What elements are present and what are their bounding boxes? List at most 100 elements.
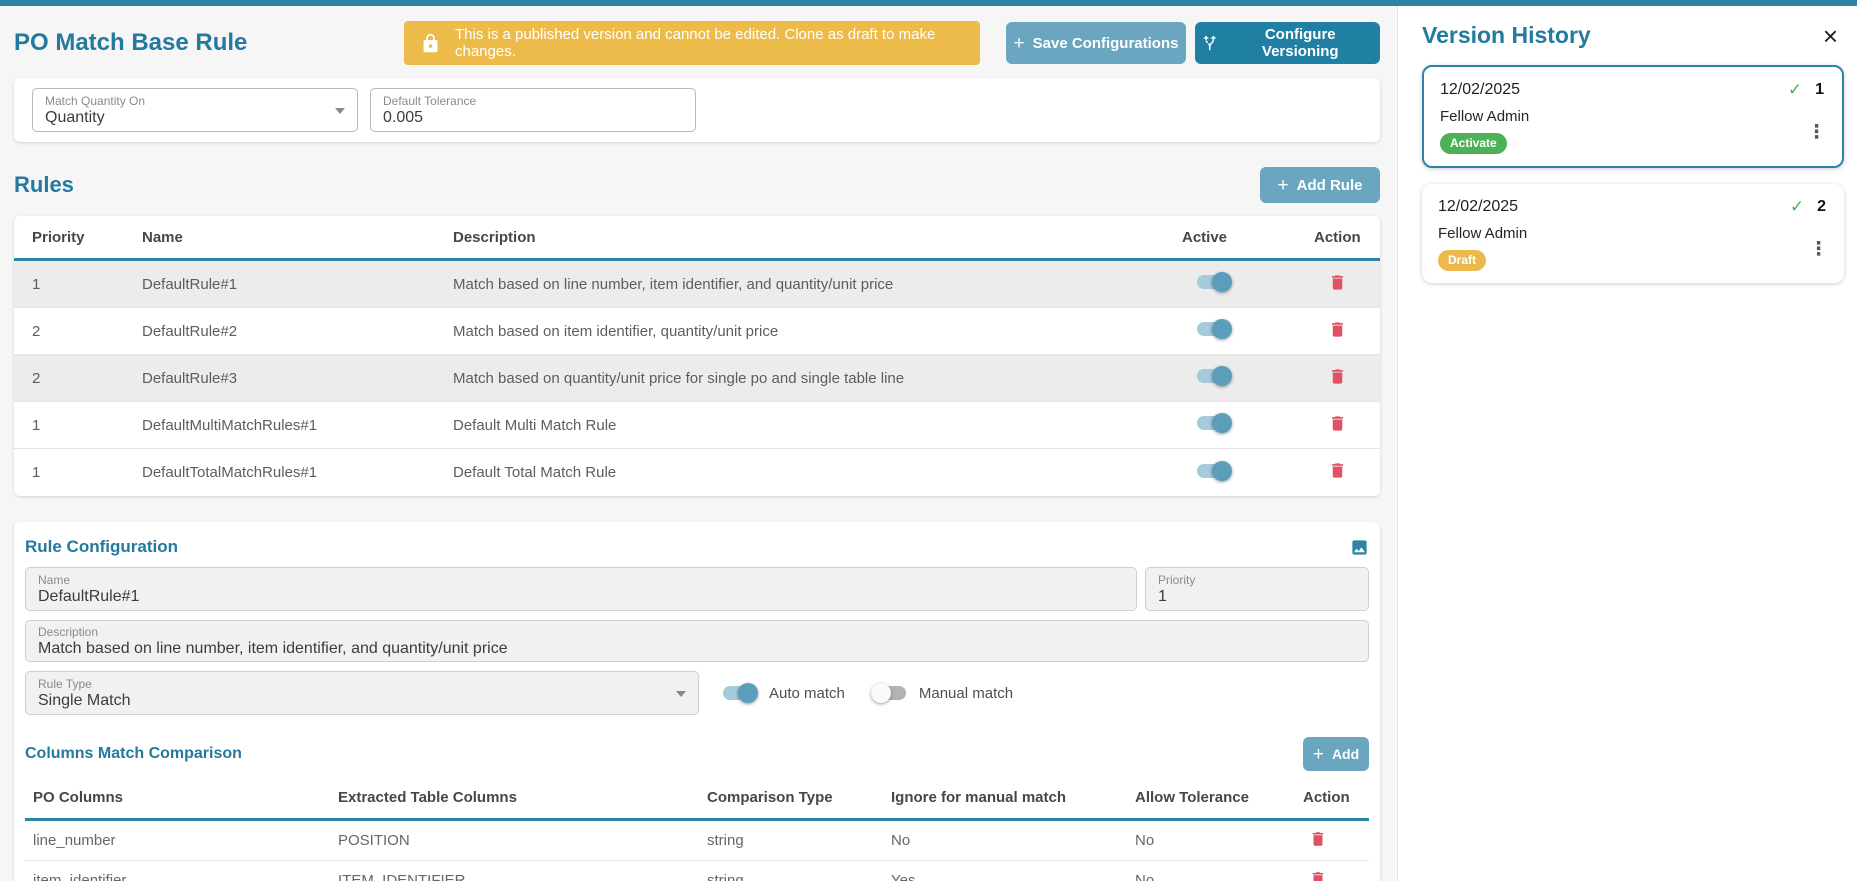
rule-active-toggle[interactable] — [1195, 461, 1232, 481]
rule-name-value: DefaultRule#1 — [38, 587, 1124, 606]
close-icon[interactable]: × — [1823, 23, 1838, 49]
column-match-row: line_number POSITION string No No — [25, 821, 1369, 861]
trash-icon — [1328, 414, 1347, 433]
trash-icon — [1309, 830, 1327, 848]
main-content: PO Match Base Rule This is a published v… — [0, 6, 1397, 881]
add-column-button[interactable]: + Add — [1303, 737, 1369, 771]
add-rule-button[interactable]: + Add Rule — [1260, 167, 1380, 203]
default-tolerance-value: 0.005 — [383, 108, 683, 127]
default-tolerance-label: Default Tolerance — [383, 94, 683, 108]
col-description: Description — [453, 229, 1182, 246]
configure-versioning-button[interactable]: Configure Versioning — [1195, 22, 1380, 64]
rule-type-select[interactable]: Rule Type Single Match — [25, 671, 699, 715]
save-configurations-button[interactable]: + Save Configurations — [1006, 22, 1186, 64]
comparison-type-cell: string — [707, 832, 891, 849]
rule-description-cell: Match based on line number, item identif… — [453, 276, 1182, 293]
manual-match-label: Manual match — [919, 685, 1013, 702]
rule-description-value: Match based on line number, item identif… — [38, 639, 1356, 658]
rule-active-toggle[interactable] — [1195, 366, 1232, 386]
rule-name-field[interactable]: Name DefaultRule#1 — [25, 567, 1137, 611]
rules-table: Priority Name Description Active Action … — [14, 216, 1380, 496]
col-comparison-type: Comparison Type — [707, 789, 891, 806]
rule-configuration-title: Rule Configuration — [25, 537, 178, 557]
rule-priority-cell: 1 — [32, 276, 142, 293]
version-date: 12/02/2025 — [1440, 81, 1520, 99]
rules-section-header: Rules + Add Rule — [14, 167, 1380, 203]
kebab-menu-icon[interactable]: ⋮ — [1809, 238, 1828, 261]
rule-type-value: Single Match — [38, 691, 686, 710]
version-history-header: Version History × — [1422, 22, 1844, 49]
version-list: 12/02/2025 ✓ 1 Fellow Admin Activate ⋮ 1… — [1422, 65, 1844, 283]
version-author: Fellow Admin — [1438, 225, 1828, 242]
trash-icon — [1328, 461, 1347, 480]
kebab-menu-icon[interactable]: ⋮ — [1807, 121, 1826, 144]
page-header: PO Match Base Rule This is a published v… — [14, 20, 1380, 66]
rule-row: 1 DefaultMultiMatchRules#1 Default Multi… — [14, 402, 1380, 449]
chevron-down-icon — [676, 691, 686, 697]
ignore-manual-cell: No — [891, 832, 1135, 849]
banner-text: This is a published version and cannot b… — [455, 26, 974, 60]
delete-rule-button[interactable] — [1328, 461, 1347, 480]
rule-priority-cell: 2 — [32, 370, 142, 387]
version-history-panel: Version History × 12/02/2025 ✓ 1 Fellow … — [1397, 6, 1857, 881]
col-po-columns: PO Columns — [33, 789, 338, 806]
auto-match-toggle[interactable] — [721, 683, 758, 703]
rule-name-cell: DefaultTotalMatchRules#1 — [142, 464, 453, 481]
rule-active-toggle[interactable] — [1195, 413, 1232, 433]
rules-table-body: 1 DefaultRule#1 Match based on line numb… — [14, 261, 1380, 496]
published-warning-banner: This is a published version and cannot b… — [404, 21, 980, 65]
version-status-badge[interactable]: Activate — [1440, 133, 1507, 154]
add-column-label: Add — [1332, 746, 1359, 762]
delete-rule-button[interactable] — [1328, 273, 1347, 292]
rule-type-label: Rule Type — [38, 677, 686, 691]
rule-row: 2 DefaultRule#2 Match based on item iden… — [14, 308, 1380, 355]
delete-rule-button[interactable] — [1328, 414, 1347, 433]
base-settings-card: Match Quantity On Quantity Default Toler… — [14, 78, 1380, 142]
rule-priority-field[interactable]: Priority 1 — [1145, 567, 1369, 611]
rules-section-title: Rules — [14, 172, 74, 198]
col-action: Action — [1303, 789, 1370, 806]
col-priority: Priority — [32, 229, 142, 246]
plus-icon: + — [1014, 34, 1025, 53]
columns-match-header: Columns Match Comparison + Add — [25, 737, 1369, 771]
col-extracted-table-columns: Extracted Table Columns — [338, 789, 707, 806]
extracted-column-cell: POSITION — [338, 832, 707, 849]
add-rule-label: Add Rule — [1297, 177, 1363, 194]
rule-active-toggle[interactable] — [1195, 272, 1232, 292]
rule-priority-cell: 2 — [32, 323, 142, 340]
trash-icon — [1328, 320, 1347, 339]
extracted-column-cell: ITEM_IDENTIFIER — [338, 872, 707, 881]
rule-description-field[interactable]: Description Match based on line number, … — [25, 620, 1369, 662]
default-tolerance-field[interactable]: Default Tolerance 0.005 — [370, 88, 696, 132]
col-ignore-manual-match: Ignore for manual match — [891, 789, 1135, 806]
rule-row: 1 DefaultTotalMatchRules#1 Default Total… — [14, 449, 1380, 496]
name-priority-row: Name DefaultRule#1 Priority 1 — [25, 567, 1369, 611]
manual-match-toggle[interactable] — [871, 683, 908, 703]
version-card[interactable]: 12/02/2025 ✓ 2 Fellow Admin Draft ⋮ — [1422, 184, 1844, 283]
rule-priority-label: Priority — [1158, 573, 1356, 587]
delete-column-button[interactable] — [1309, 870, 1327, 881]
version-status-badge[interactable]: Draft — [1438, 250, 1486, 271]
rules-table-header: Priority Name Description Active Action — [14, 216, 1380, 261]
delete-rule-button[interactable] — [1328, 367, 1347, 386]
app-root: PO Match Base Rule This is a published v… — [0, 6, 1857, 881]
rule-priority-cell: 1 — [32, 417, 142, 434]
delete-column-button[interactable] — [1309, 830, 1327, 848]
rule-row: 2 DefaultRule#3 Match based on quantity/… — [14, 355, 1380, 402]
match-quantity-on-select[interactable]: Match Quantity On Quantity — [32, 88, 358, 132]
rule-type-row: Rule Type Single Match Auto match Manual… — [25, 671, 1369, 715]
columns-match-title: Columns Match Comparison — [25, 745, 242, 763]
column-match-row: item_identifier ITEM_IDENTIFIER string Y… — [25, 861, 1369, 881]
auto-match-label: Auto match — [769, 685, 845, 702]
delete-rule-button[interactable] — [1328, 320, 1347, 339]
version-card[interactable]: 12/02/2025 ✓ 1 Fellow Admin Activate ⋮ — [1422, 65, 1844, 168]
version-author: Fellow Admin — [1440, 108, 1826, 125]
image-icon[interactable] — [1350, 538, 1369, 557]
version-number: 1 — [1815, 81, 1824, 99]
rule-name-cell: DefaultRule#1 — [142, 276, 453, 293]
alt-route-icon — [1201, 34, 1219, 52]
rule-active-toggle[interactable] — [1195, 319, 1232, 339]
col-name: Name — [142, 229, 453, 246]
trash-icon — [1328, 367, 1347, 386]
save-configurations-label: Save Configurations — [1033, 35, 1179, 52]
